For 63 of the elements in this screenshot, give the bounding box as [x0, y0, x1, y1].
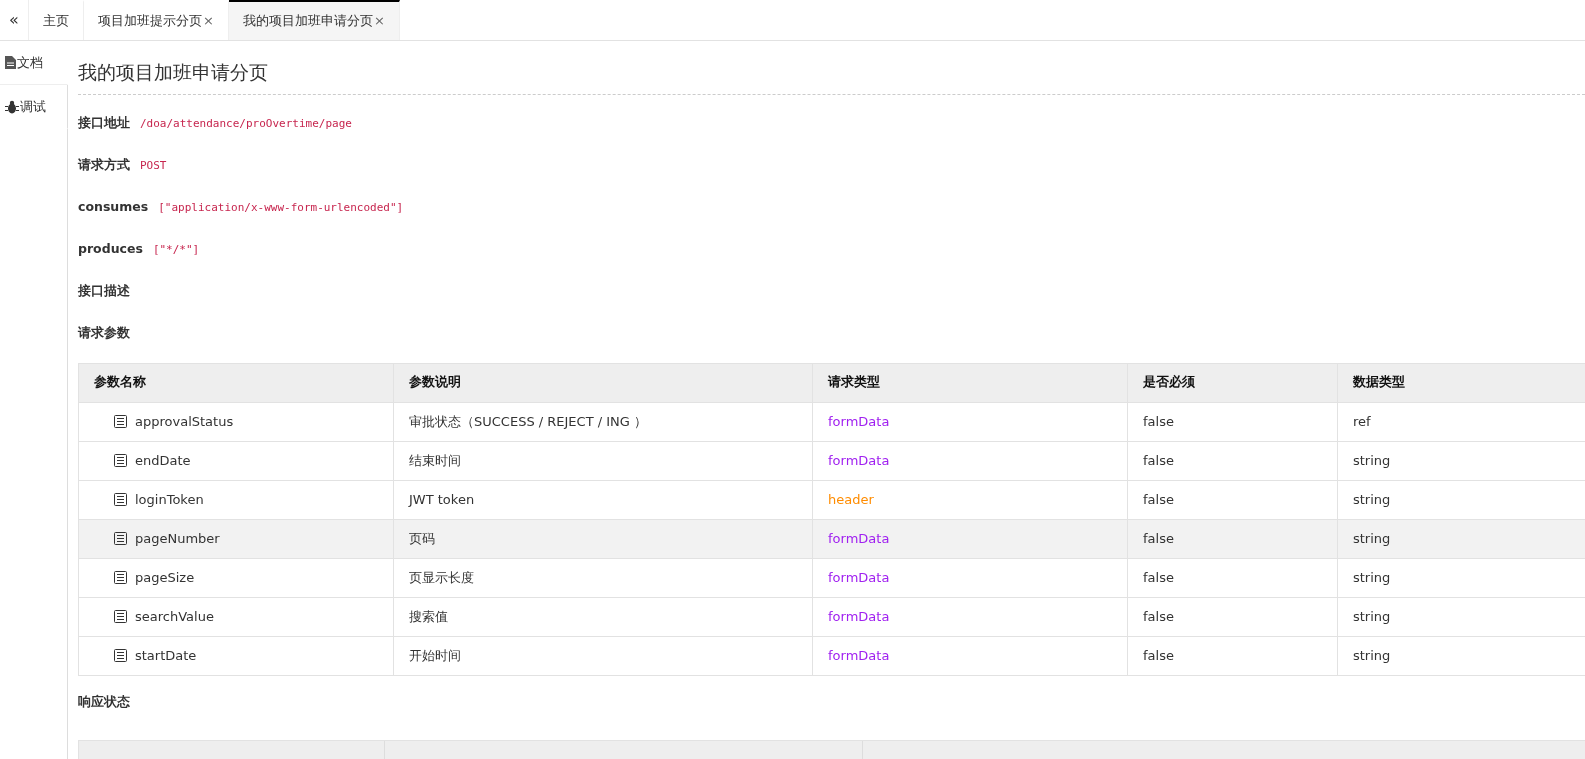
field-label: produces: [78, 240, 143, 259]
field-value: POST: [140, 157, 167, 174]
list-icon: [114, 571, 127, 585]
sidebar-label: 调试: [20, 97, 46, 116]
param-name: startDate: [135, 647, 197, 666]
list-icon: [114, 493, 127, 507]
table-cell: formData: [812, 441, 1128, 481]
list-icon: [114, 532, 127, 546]
field-label: 请求方式: [78, 156, 130, 175]
field-label: 接口描述: [78, 282, 130, 301]
param-name: endDate: [135, 452, 191, 471]
param-name: approvalStatus: [135, 413, 234, 432]
table-cell: 结束时间: [393, 441, 813, 481]
table-cell: JWT token: [393, 480, 813, 520]
param-name: loginToken: [135, 491, 204, 510]
page-title: 我的项目加班申请分页: [78, 61, 1585, 95]
field-label: consumes: [78, 198, 149, 217]
table-cell: 开始时间: [393, 636, 813, 676]
table-cell: 页码: [393, 519, 813, 559]
close-icon[interactable]: ×: [373, 11, 385, 31]
table-cell: formData: [812, 636, 1128, 676]
document-icon: [5, 56, 16, 69]
table-cell: false: [1127, 480, 1338, 520]
table-cell: 页显示长度: [393, 558, 813, 598]
table-cell: formData: [812, 597, 1128, 637]
column-header: 参数名称: [78, 363, 394, 403]
tab-label: 我的项目加班申请分页: [242, 12, 373, 31]
field-value: /doa/attendance/proOvertime/page: [140, 115, 352, 132]
table-cell: false: [1127, 597, 1338, 637]
column-header: 请求类型: [812, 363, 1128, 403]
table-cell: formData: [812, 402, 1128, 442]
section-heading: 响应状态: [78, 693, 131, 712]
list-icon: [114, 454, 127, 468]
table-cell: formData: [812, 558, 1128, 598]
column-header: 参数说明: [393, 363, 813, 403]
table-cell: 搜索值: [393, 597, 813, 637]
param-name: pageSize: [135, 569, 195, 588]
table-cell: false: [1127, 636, 1338, 676]
tab[interactable]: 我的项目加班申请分页×: [228, 0, 400, 40]
section-heading: 请求参数: [78, 324, 131, 343]
field-label: 接口地址: [78, 114, 130, 133]
column-header: 数据类型: [1337, 363, 1585, 403]
list-icon: [114, 649, 127, 663]
bug-icon: [5, 99, 19, 114]
table-cell: false: [1127, 441, 1338, 481]
field-value: ["*/*"]: [152, 241, 200, 258]
table-cell: false: [1127, 519, 1338, 559]
table-cell: string: [1337, 519, 1585, 559]
param-name: pageNumber: [135, 530, 220, 549]
field-value: ["application/x-www-form-urlencoded"]: [158, 199, 404, 216]
list-icon: [114, 610, 127, 624]
tab-label: 主页: [43, 12, 69, 31]
list-icon: [114, 415, 127, 429]
table-cell: header: [812, 480, 1128, 520]
param-name: searchValue: [135, 608, 214, 627]
sidebar-label: 文档: [17, 53, 43, 72]
tab-label: 项目加班提示分页: [98, 12, 202, 31]
table-cell: formData: [812, 519, 1128, 559]
column-header: 是否必须: [1127, 363, 1338, 403]
table-cell: false: [1127, 402, 1338, 442]
table-cell: false: [1127, 558, 1338, 598]
close-icon[interactable]: ×: [203, 11, 214, 31]
table-cell: 审批状态（SUCCESS / REJECT / ING ）: [393, 402, 813, 442]
